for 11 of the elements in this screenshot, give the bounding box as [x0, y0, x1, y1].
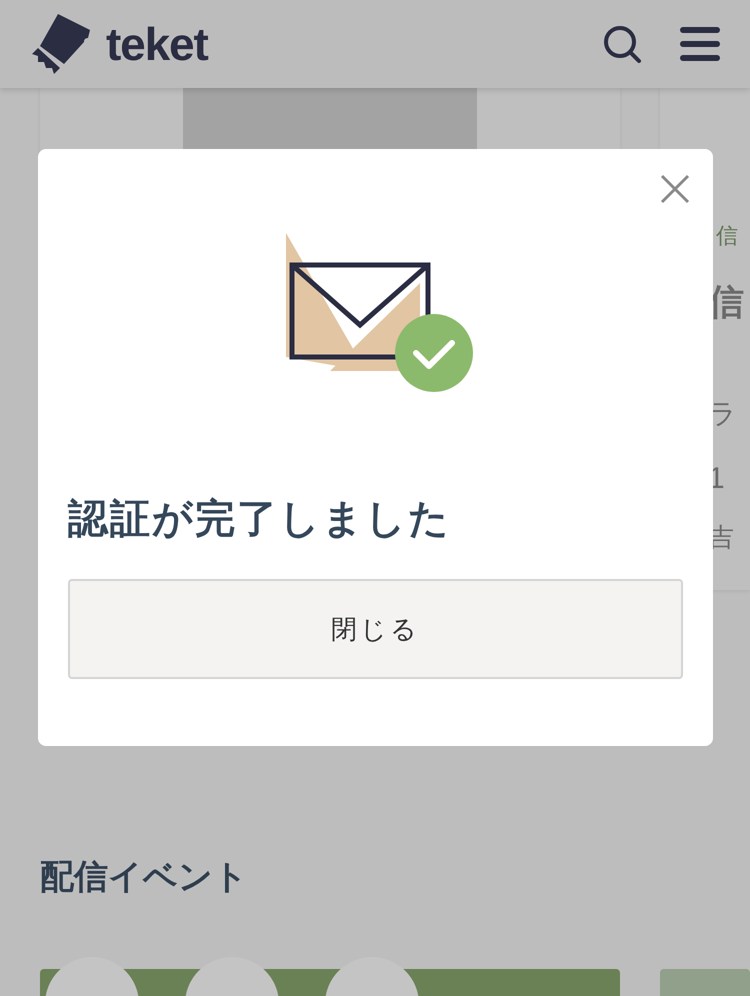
logo-text[interactable]: teket — [106, 21, 208, 67]
category-label: 信 — [716, 222, 739, 250]
dialog-title: 認証が完了しました — [68, 499, 451, 539]
close-button[interactable] — [659, 173, 691, 205]
close-dialog-button[interactable]: 閉じる — [68, 579, 683, 679]
event-title: 信 — [708, 284, 745, 320]
mail-verified-icon — [286, 233, 474, 395]
event-text: ラ — [708, 400, 738, 428]
section-title: 配信イベント — [40, 860, 249, 894]
search-icon[interactable] — [602, 24, 642, 64]
menu-icon[interactable] — [680, 27, 720, 61]
